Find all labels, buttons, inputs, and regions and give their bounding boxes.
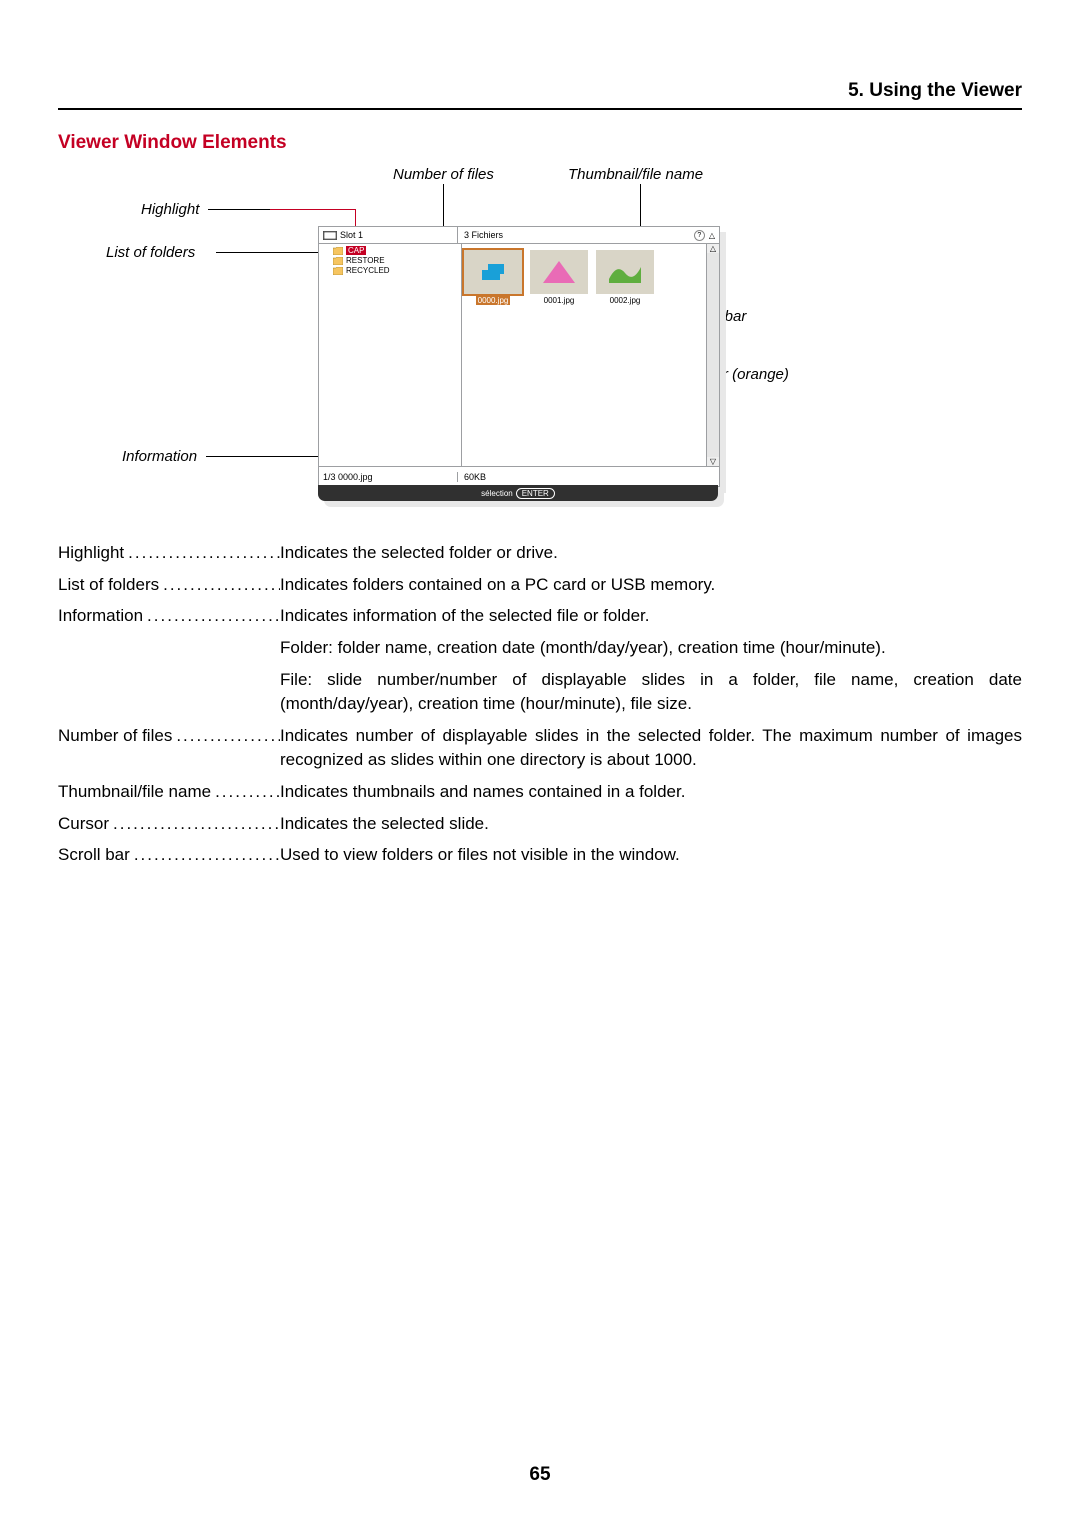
- thumb-shape: [539, 257, 579, 287]
- definitions-list: Highlight Indicates the selected folder …: [58, 541, 1022, 868]
- def-term: Thumbnail/file name: [58, 782, 211, 801]
- thumbnail-label: 0000.jpg: [476, 296, 511, 305]
- def-term: Scroll bar: [58, 845, 130, 864]
- menu-icon[interactable]: △: [709, 231, 715, 240]
- def-term: Number of files: [58, 726, 172, 745]
- definition-row: File: slide number/number of displayable…: [58, 668, 1022, 717]
- thumbnail-label: 0001.jpg: [544, 296, 575, 305]
- folder-label: RESTORE: [346, 256, 385, 265]
- folder-icon: [333, 257, 343, 265]
- def-desc: Indicates the selected slide.: [280, 812, 1022, 837]
- def-term: Highlight: [58, 543, 124, 562]
- def-desc: Indicates thumbnails and names contained…: [280, 780, 1022, 805]
- thumbnail-item[interactable]: 0002.jpg: [596, 250, 654, 305]
- anno-highlight: Highlight: [141, 201, 199, 218]
- def-term: Information: [58, 606, 143, 625]
- def-desc: Folder: folder name, creation date (mont…: [280, 636, 1022, 661]
- def-desc: Indicates folders contained on a PC card…: [280, 573, 1022, 598]
- thumbnail-item[interactable]: 0001.jpg: [530, 250, 588, 305]
- folder-item[interactable]: CAP: [323, 246, 457, 256]
- info-left: 1/3 0000.jpg: [319, 472, 458, 482]
- def-desc: Indicates information of the selected fi…: [280, 604, 1022, 629]
- def-desc: Used to view folders or files not visibl…: [280, 843, 1022, 868]
- info-bar: 1/3 0000.jpg 60KB: [319, 466, 719, 487]
- folder-item[interactable]: RESTORE: [323, 256, 457, 266]
- scroll-up-icon[interactable]: △: [710, 244, 716, 253]
- slot-label: Slot 1: [340, 230, 363, 240]
- anno-number-of-files: Number of files: [393, 166, 494, 183]
- status-bar: sélection ENTER: [318, 485, 718, 501]
- def-desc: Indicates number of displayable slides i…: [280, 724, 1022, 773]
- scroll-track[interactable]: [707, 253, 719, 457]
- folder-list[interactable]: CAP RESTORE RECYCLED: [319, 244, 462, 466]
- section-title: Viewer Window Elements: [58, 132, 1022, 154]
- viewer-window: Slot 1 3 Fichiers ? △ CAP RESTORE: [318, 226, 720, 487]
- def-term: Cursor: [58, 814, 109, 833]
- def-desc: File: slide number/number of displayable…: [280, 668, 1022, 717]
- enter-button-hint: ENTER: [516, 488, 555, 499]
- diagram: Number of files Thumbnail/file name High…: [58, 166, 1022, 536]
- thumbnail-item[interactable]: 0000.jpg: [464, 250, 522, 305]
- definition-row: Folder: folder name, creation date (mont…: [58, 636, 1022, 661]
- folder-icon: [333, 267, 343, 275]
- definition-row: Highlight Indicates the selected folder …: [58, 541, 1022, 566]
- viewer-header: Slot 1 3 Fichiers ? △: [319, 227, 719, 244]
- definition-row: Number of files Indicates number of disp…: [58, 724, 1022, 773]
- thumb-shape: [607, 259, 643, 285]
- folder-label: RECYCLED: [346, 266, 390, 275]
- definition-row: Thumbnail/file name Indicates thumbnails…: [58, 780, 1022, 805]
- info-mid: 60KB: [458, 472, 719, 482]
- anno-list-of-folders: List of folders: [106, 244, 195, 261]
- file-count: 3 Fichiers: [458, 227, 694, 243]
- page-number: 65: [0, 1464, 1080, 1486]
- definition-row: Information Indicates information of the…: [58, 604, 1022, 629]
- anno-information: Information: [122, 448, 197, 465]
- help-icon[interactable]: ?: [694, 230, 705, 241]
- scrollbar[interactable]: △ ▽: [706, 244, 719, 466]
- anno-thumbnail-file-name: Thumbnail/file name: [568, 166, 703, 183]
- status-label: sélection: [481, 489, 513, 498]
- def-desc: Indicates the selected folder or drive.: [280, 541, 1022, 566]
- chapter-title: 5. Using the Viewer: [58, 80, 1022, 110]
- thumb-shape: [478, 260, 508, 284]
- thumbnail-label: 0002.jpg: [610, 296, 641, 305]
- slot-indicator: Slot 1: [319, 227, 458, 243]
- folder-item[interactable]: RECYCLED: [323, 266, 457, 276]
- pc-card-icon: [323, 231, 337, 240]
- definition-row: Scroll bar Used to view folders or files…: [58, 843, 1022, 868]
- scroll-down-icon[interactable]: ▽: [710, 457, 716, 466]
- definition-row: Cursor Indicates the selected slide.: [58, 812, 1022, 837]
- definition-row: List of folders Indicates folders contai…: [58, 573, 1022, 598]
- folder-icon: [333, 247, 343, 255]
- thumbnail-pane[interactable]: 0000.jpg 0001.jpg 0002.jpg: [462, 244, 706, 466]
- folder-label: CAP: [346, 246, 366, 255]
- def-term: List of folders: [58, 575, 159, 594]
